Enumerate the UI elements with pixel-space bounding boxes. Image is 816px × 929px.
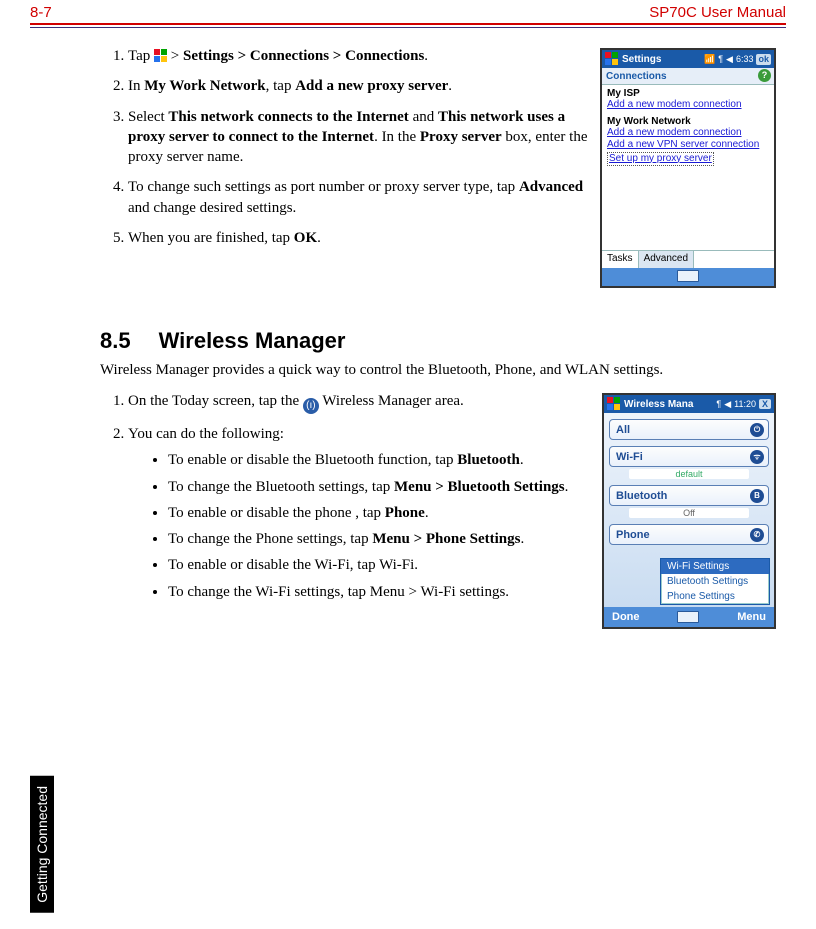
phone-icon: ✆ (750, 528, 764, 542)
section-number: 8.5 (100, 328, 131, 353)
start-icon (154, 49, 167, 62)
shot2-title: Wireless Mana (624, 399, 716, 410)
link-setup-proxy[interactable]: Set up my proxy server (607, 152, 714, 167)
settings-menu-popup: Wi-Fi Settings Bluetooth Settings Phone … (660, 558, 770, 605)
toggle-bluetooth[interactable]: Bluetooth B (609, 485, 769, 506)
help-icon[interactable]: ? (758, 69, 771, 82)
screenshot-wireless-manager: Wireless Mana ¶ ◀ 11:20 X All ⏻ (602, 393, 776, 629)
chapter-tab: Getting Connected (30, 776, 54, 913)
shot1-subheader-text: Connections (606, 71, 667, 82)
keyboard-icon[interactable] (677, 611, 699, 623)
bluetooth-status: Off (629, 508, 749, 518)
shot2-time: 11:20 (734, 399, 756, 409)
keyboard-icon[interactable] (677, 270, 699, 282)
toggle-wifi[interactable]: Wi-Fi ᯤ (609, 446, 769, 467)
softkey-menu[interactable]: Menu (737, 611, 766, 623)
screenshot-connections: Settings 📶 ¶ ◀ 6:33 ok Connections ? M (600, 48, 776, 288)
menu-bluetooth-settings[interactable]: Bluetooth Settings (661, 574, 769, 589)
section2-intro: Wireless Manager provides a quick way to… (100, 362, 776, 379)
link-add-modem-isp[interactable]: Add a new modem connection (607, 99, 769, 112)
group-my-isp: My ISP (607, 88, 769, 99)
tab-advanced[interactable]: Advanced (639, 251, 694, 268)
shot2-softbar: Done Menu (604, 607, 774, 627)
close-button[interactable]: X (759, 399, 771, 409)
softkey-done[interactable]: Done (612, 611, 640, 623)
group-my-work: My Work Network (607, 116, 769, 127)
section-title: Wireless Manager (159, 328, 346, 353)
shot1-title: Settings (622, 54, 704, 65)
page-header: 8-7 SP70C User Manual (0, 0, 816, 23)
manual-title: SP70C User Manual (649, 4, 786, 21)
antenna-icon: ¶ (718, 54, 723, 65)
ok-button[interactable]: ok (756, 54, 771, 65)
menu-wifi-settings[interactable]: Wi-Fi Settings (661, 559, 769, 574)
link-add-vpn[interactable]: Add a new VPN server connection (607, 139, 769, 152)
header-rule-red (30, 23, 786, 25)
link-add-modem-work[interactable]: Add a new modem connection (607, 127, 769, 140)
toggle-phone[interactable]: Phone ✆ (609, 524, 769, 545)
bluetooth-icon: B (750, 489, 764, 503)
shot2-titlebar: Wireless Mana ¶ ◀ 11:20 X (604, 395, 774, 413)
shot1-subheader: Connections ? (602, 68, 774, 85)
wireless-manager-icon: (ı) (303, 398, 319, 414)
shot1-tabs: Tasks Advanced (602, 250, 774, 268)
start-icon (607, 397, 620, 411)
shot1-softbar (602, 268, 774, 286)
shot1-time: 6:33 (736, 54, 754, 65)
wifi-icon: ᯤ (750, 450, 764, 464)
toggle-all[interactable]: All ⏻ (609, 419, 769, 440)
menu-phone-settings[interactable]: Phone Settings (661, 589, 769, 604)
wifi-status: default (629, 469, 749, 479)
section-heading-wireless: 8.5 Wireless Manager (100, 328, 776, 354)
tab-tasks[interactable]: Tasks (602, 251, 639, 268)
page-number: 8-7 (30, 4, 52, 21)
speaker-icon: ◀ (724, 399, 731, 410)
power-icon: ⏻ (750, 423, 764, 437)
signal-icon: ¶ (716, 399, 721, 409)
shot1-titlebar: Settings 📶 ¶ ◀ 6:33 ok (602, 50, 774, 68)
speaker-icon: ◀ (726, 54, 733, 65)
signal-icon: 📶 (704, 54, 715, 65)
start-icon (605, 52, 618, 66)
